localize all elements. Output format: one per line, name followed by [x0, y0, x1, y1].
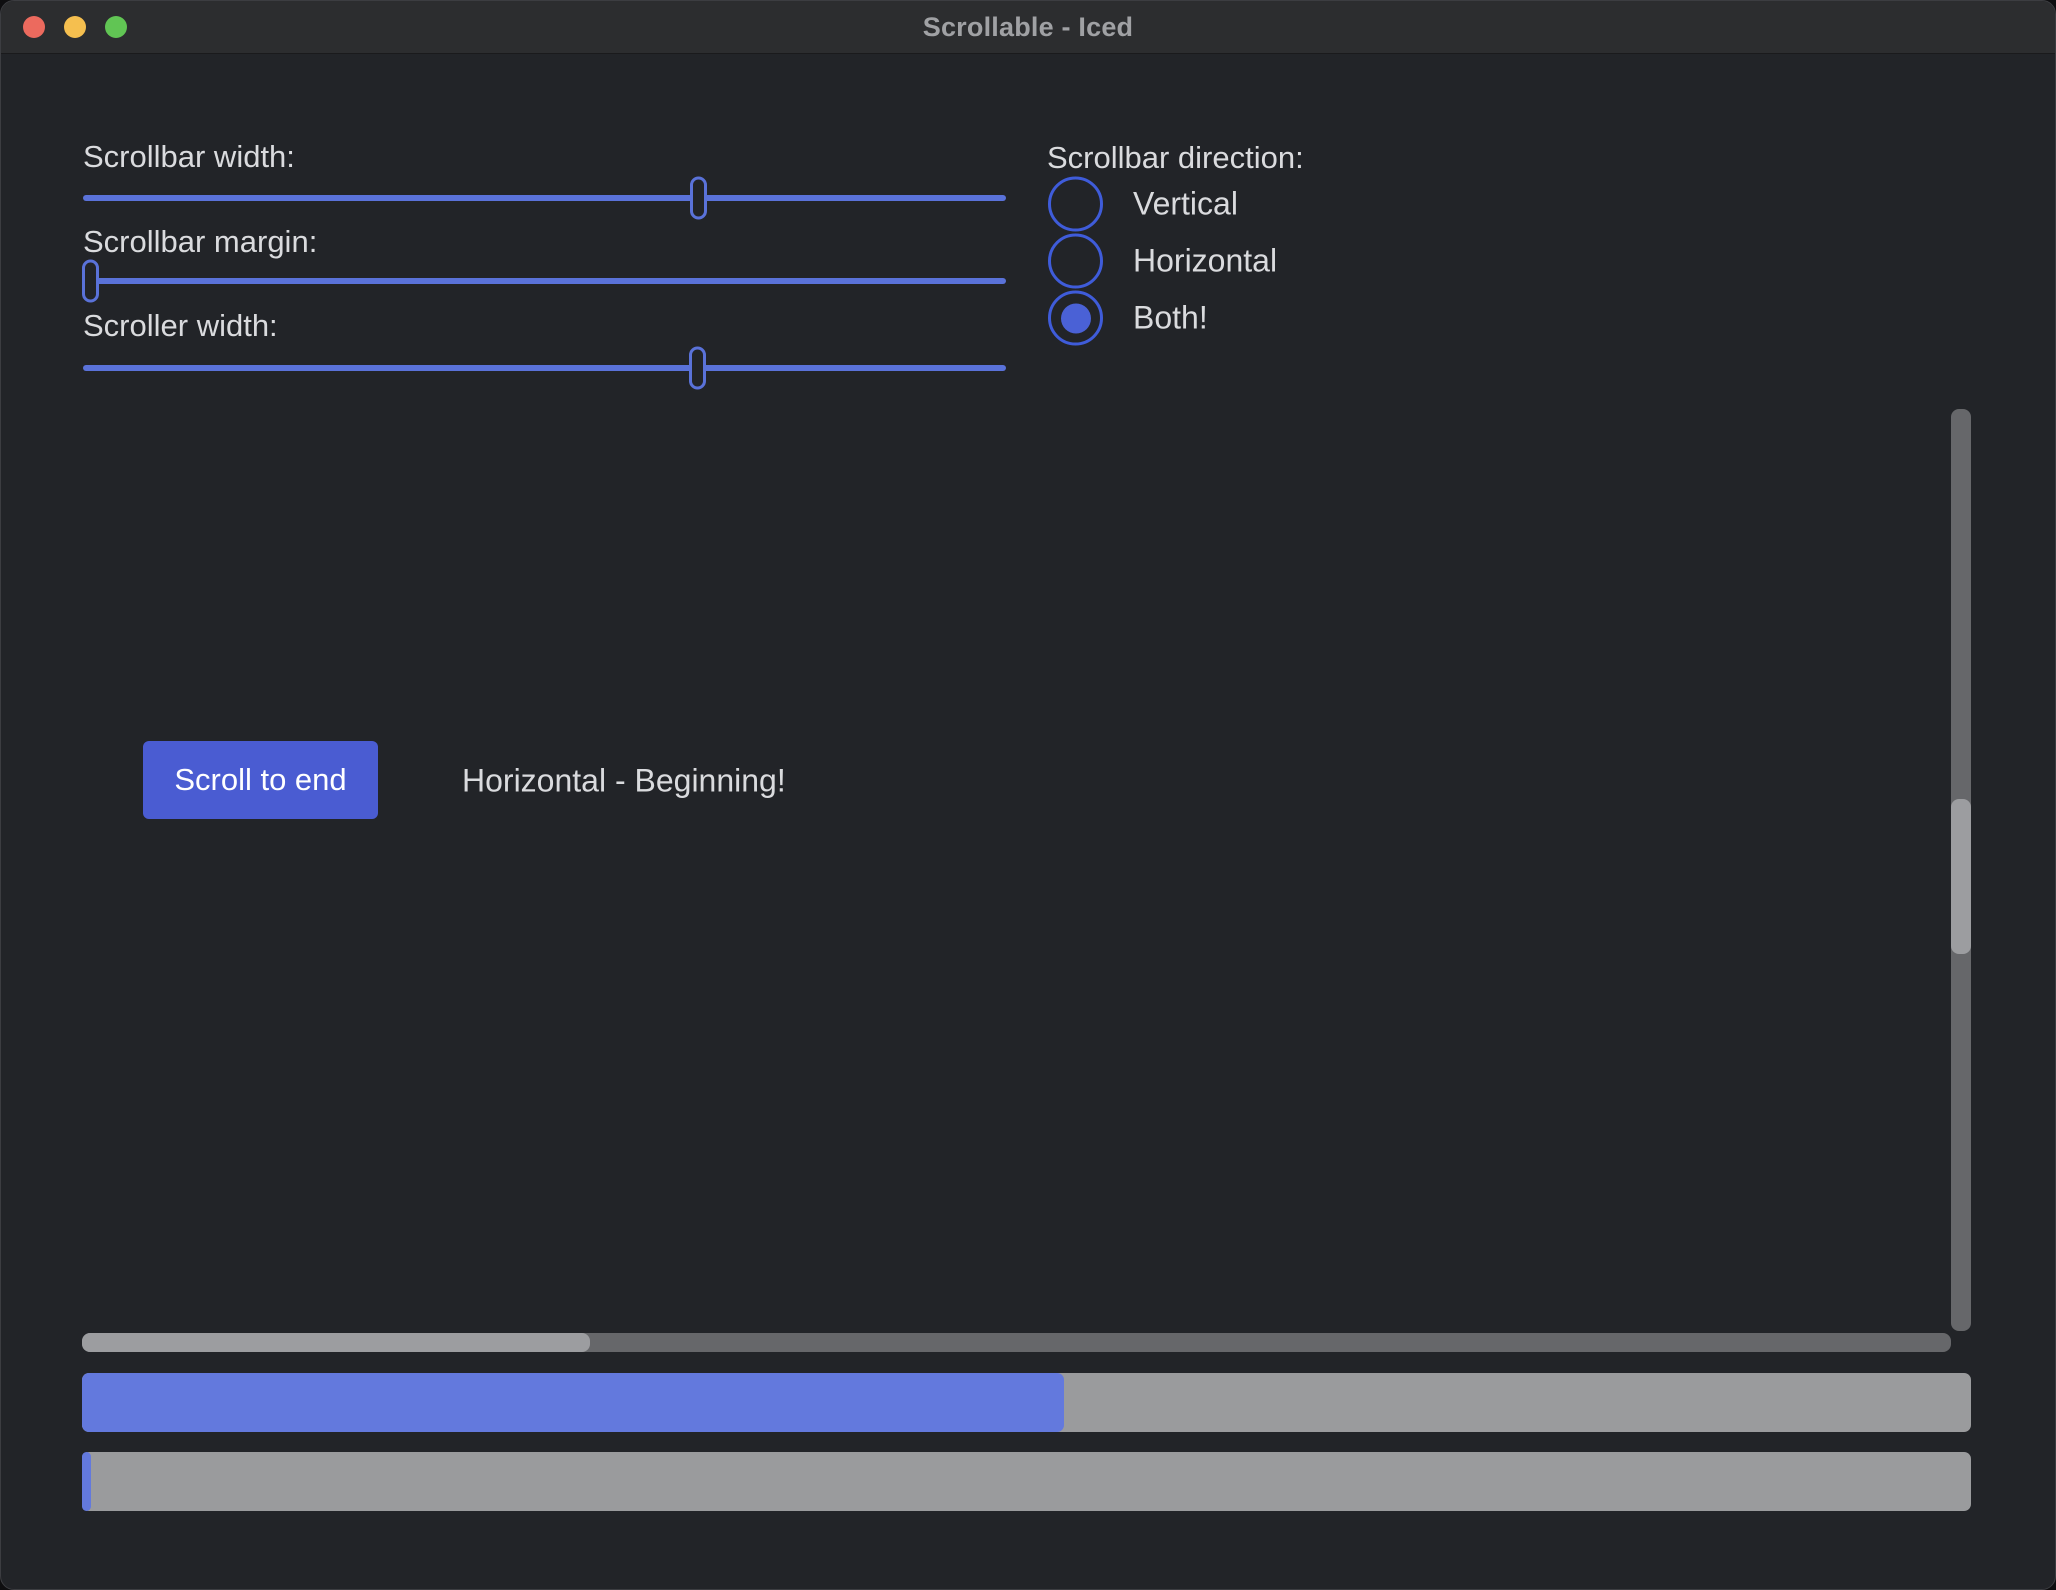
title-bar: Scrollable - Iced	[1, 1, 2055, 54]
traffic-lights	[23, 1, 127, 53]
radio-label[interactable]: Vertical	[1133, 186, 1238, 223]
radio-option-horizontal[interactable]: Horizontal	[1048, 234, 1277, 289]
scrollbar-margin-slider[interactable]	[83, 259, 1006, 303]
radio-label[interactable]: Both!	[1133, 300, 1208, 337]
slider-track[interactable]	[83, 195, 1006, 201]
horizontal-scrollbar-thumb[interactable]	[82, 1333, 590, 1352]
window-title: Scrollable - Iced	[923, 12, 1133, 43]
app-window: Scrollable - Iced Scrollbar width: Scrol…	[0, 0, 2056, 1590]
radio-circle-icon[interactable]	[1048, 177, 1103, 232]
radio-option-vertical[interactable]: Vertical	[1048, 177, 1238, 232]
progress-fill	[82, 1452, 91, 1511]
vertical-scrollbar[interactable]	[1951, 409, 1971, 1331]
slider-handle[interactable]	[82, 260, 99, 303]
scroller-width-slider[interactable]	[83, 346, 1006, 390]
scroller-width-label: Scroller width:	[83, 308, 278, 344]
scroll-to-end-button[interactable]: Scroll to end	[143, 741, 378, 819]
slider-handle[interactable]	[689, 347, 706, 390]
scrollbar-width-label: Scrollbar width:	[83, 139, 295, 175]
scrollbar-margin-label: Scrollbar margin:	[83, 224, 317, 260]
minimize-button-icon[interactable]	[64, 16, 86, 38]
slider-track[interactable]	[83, 365, 1006, 371]
slider-track[interactable]	[83, 278, 1006, 284]
slider-handle[interactable]	[690, 177, 707, 220]
radio-dot-icon	[1061, 303, 1091, 333]
radio-label[interactable]: Horizontal	[1133, 243, 1277, 280]
horizontal-scrollbar[interactable]	[82, 1333, 1951, 1352]
zoom-button-icon[interactable]	[105, 16, 127, 38]
radio-option-both[interactable]: Both!	[1048, 291, 1208, 346]
scrollbar-width-slider[interactable]	[83, 176, 1006, 220]
scrollbar-direction-label: Scrollbar direction:	[1047, 140, 1304, 176]
horizontal-status-text: Horizontal - Beginning!	[462, 763, 786, 800]
vertical-scrollbar-thumb[interactable]	[1951, 799, 1971, 954]
radio-circle-icon[interactable]	[1048, 291, 1103, 346]
radio-circle-icon[interactable]	[1048, 234, 1103, 289]
vertical-progress-bar	[82, 1452, 1971, 1511]
close-button-icon[interactable]	[23, 16, 45, 38]
horizontal-progress-bar	[82, 1373, 1971, 1432]
progress-fill	[82, 1373, 1064, 1432]
